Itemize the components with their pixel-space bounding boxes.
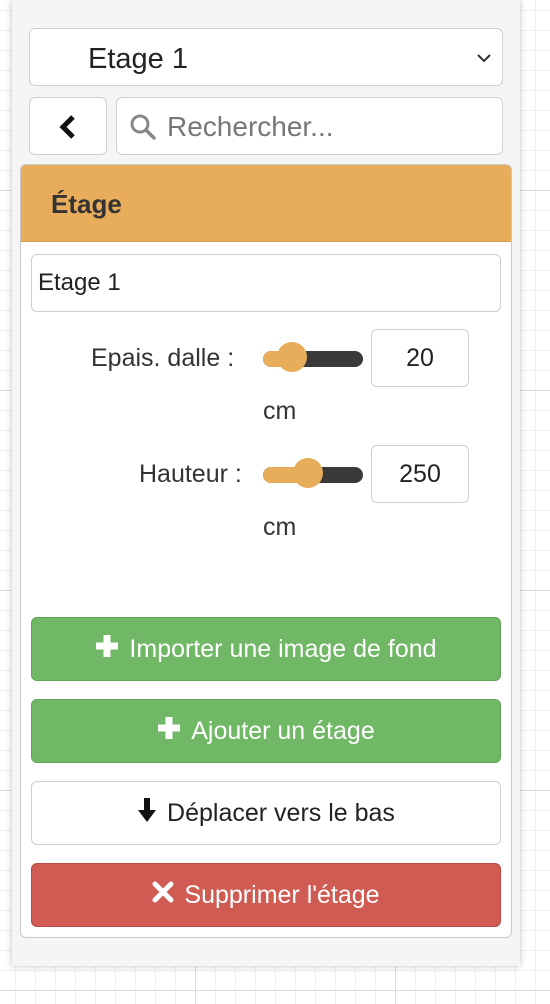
card-title: Étage <box>51 189 122 219</box>
slider-thumb[interactable] <box>277 342 307 372</box>
floor-panel: Etage 1 Étage Epais. dalle : 20 cm Haute… <box>12 0 520 966</box>
slider-thumb[interactable] <box>293 458 323 488</box>
search-box[interactable] <box>116 97 503 155</box>
height-label: Hauteur : <box>139 460 242 488</box>
chevron-down-icon <box>476 51 492 69</box>
floor-select-value: Etage 1 <box>88 43 188 75</box>
card-header: Étage <box>21 165 511 242</box>
close-icon <box>152 881 174 910</box>
import-background-label: Importer une image de fond <box>129 634 437 663</box>
height-slider[interactable] <box>263 458 363 488</box>
floor-select[interactable]: Etage 1 <box>29 28 503 86</box>
slab-thickness-input[interactable]: 20 <box>371 329 469 387</box>
add-floor-label: Ajouter un étage <box>191 716 375 745</box>
arrow-down-icon <box>137 797 157 830</box>
height-input[interactable]: 250 <box>371 445 469 503</box>
floor-card: Étage Epais. dalle : 20 cm Hauteur : 250… <box>20 164 512 938</box>
slab-thickness-unit: cm <box>263 397 297 425</box>
search-input[interactable] <box>165 106 489 148</box>
search-icon <box>129 113 157 146</box>
add-floor-button[interactable]: Ajouter un étage <box>31 699 501 763</box>
move-down-label: Déplacer vers le bas <box>167 798 395 827</box>
plus-icon <box>157 716 181 747</box>
back-button[interactable] <box>29 97 107 155</box>
chevron-left-icon <box>59 115 75 139</box>
plus-icon <box>95 634 119 665</box>
import-background-button[interactable]: Importer une image de fond <box>31 617 501 681</box>
slab-thickness-slider[interactable] <box>263 342 363 372</box>
slab-thickness-label: Epais. dalle : <box>91 344 235 372</box>
height-unit: cm <box>263 513 297 541</box>
floor-name-input[interactable] <box>31 254 501 312</box>
move-down-button[interactable]: Déplacer vers le bas <box>31 781 501 845</box>
delete-floor-label: Supprimer l'étage <box>184 880 380 909</box>
delete-floor-button[interactable]: Supprimer l'étage <box>31 863 501 927</box>
